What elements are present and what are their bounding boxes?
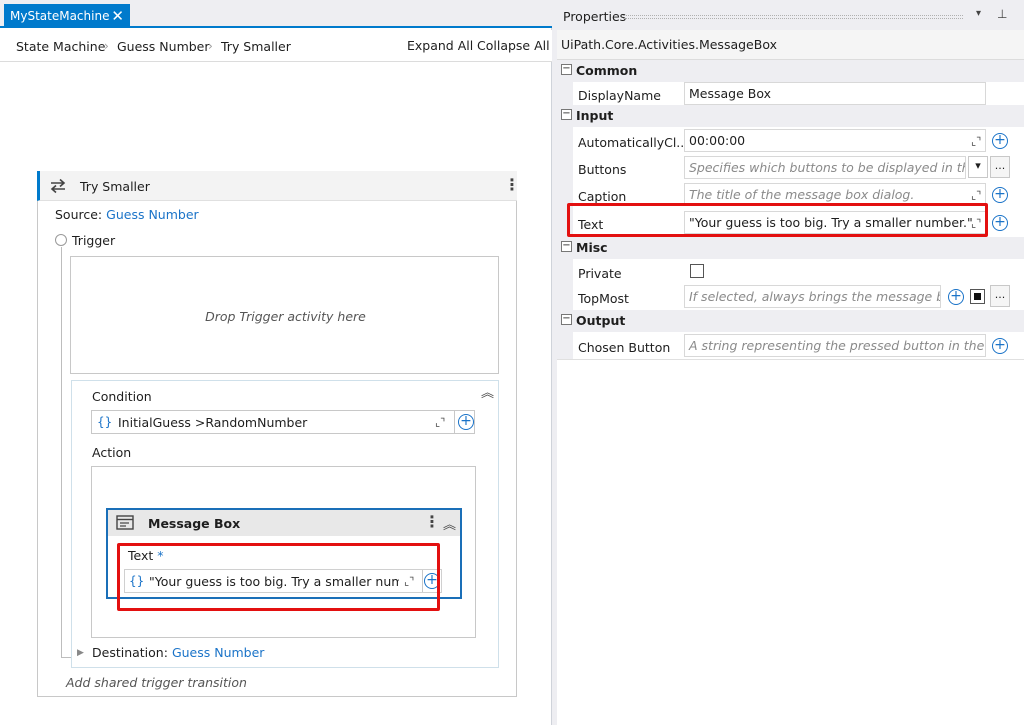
topmost-ellipsis-button[interactable]: ... (990, 285, 1010, 307)
category-misc-label: Misc (576, 240, 608, 255)
divider (454, 411, 455, 433)
collapse-toggle-icon[interactable]: − (561, 109, 572, 120)
drop-trigger-hint: Drop Trigger activity here (205, 309, 366, 324)
trigger-label: Trigger (72, 233, 116, 248)
breadcrumb: State Machine › Guess Number › Try Small… (0, 30, 552, 62)
category-misc[interactable]: − Misc (557, 237, 1024, 259)
expand-editor-icon[interactable]: ⌞⌝ (971, 189, 981, 202)
message-box-icon (116, 515, 134, 530)
chosen-button-input[interactable]: A string representing the pressed button… (684, 334, 986, 357)
state-title: Try Smaller (80, 179, 150, 194)
add-variable-icon[interactable]: + (948, 289, 964, 305)
category-input[interactable]: − Input (557, 105, 1024, 127)
property-name: Caption (578, 189, 627, 204)
properties-title-bar: Properties ▾ ⊥ (557, 0, 1024, 30)
expand-all-button[interactable]: Expand All (407, 38, 473, 53)
property-row-automatically-close: AutomaticallyCl... 00:00:00 ⌞⌝ + (557, 128, 1024, 154)
buttons-input[interactable]: Specifies which buttons to be displayed … (684, 156, 966, 179)
category-output[interactable]: − Output (557, 310, 1024, 332)
source-row: Source: Guess Number (55, 207, 199, 222)
collapse-chevrons-icon[interactable]: ︽ (443, 514, 456, 533)
automatically-close-input[interactable]: 00:00:00 (684, 129, 986, 152)
chevron-right-icon: › (208, 39, 213, 53)
property-row-buttons: Buttons Specifies which buttons to be di… (557, 155, 1024, 181)
buttons-ellipsis-button[interactable]: ... (990, 156, 1010, 178)
add-variable-icon[interactable]: + (458, 414, 474, 430)
displayname-input[interactable]: Message Box (684, 82, 986, 105)
add-shared-trigger-button[interactable]: Add shared trigger transition (66, 675, 247, 690)
collapse-chevrons-icon[interactable]: ︽ (481, 382, 494, 401)
add-variable-icon[interactable]: + (992, 187, 1008, 203)
document-tab-label: MyStateMachine (10, 9, 110, 23)
property-name: Buttons (578, 162, 627, 177)
category-input-label: Input (576, 108, 614, 123)
property-name: Chosen Button (578, 340, 671, 355)
triangle-right-icon: ▶ (77, 648, 84, 658)
collapse-all-button[interactable]: Collapse All (477, 38, 550, 53)
document-tab[interactable]: MyStateMachine ✕ (4, 4, 130, 28)
property-row-displayname: DisplayName Message Box (557, 81, 1024, 107)
expand-editor-icon[interactable]: ⌞⌝ (435, 416, 445, 429)
activity-type-bar: UiPath.Core.Activities.MessageBox (557, 30, 1024, 60)
add-variable-icon[interactable]: + (992, 338, 1008, 354)
source-link[interactable]: Guess Number (106, 207, 199, 222)
collapse-toggle-icon[interactable]: − (561, 314, 572, 325)
more-options-icon[interactable]: ⋮ (424, 514, 440, 530)
state-header[interactable]: Try Smaller ⋮ (37, 171, 520, 201)
trigger-radio-icon[interactable] (55, 234, 67, 246)
destination-label: Destination: (92, 645, 168, 660)
property-row-private: Private (557, 259, 1024, 285)
add-variable-icon[interactable]: + (992, 215, 1008, 231)
breadcrumb-item-try-smaller[interactable]: Try Smaller (221, 39, 291, 54)
buttons-dropdown[interactable]: ▾ (968, 156, 988, 178)
trigger-connector-line (61, 247, 62, 657)
add-variable-icon[interactable]: + (992, 133, 1008, 149)
source-label: Source: (55, 207, 103, 222)
property-row-topmost: TopMost If selected, always brings the m… (557, 284, 1024, 310)
close-icon[interactable]: ✕ (111, 4, 124, 28)
transition-arrows-icon (50, 178, 66, 194)
property-name: Private (578, 266, 622, 281)
highlight-box (117, 543, 440, 611)
properties-title: Properties (563, 9, 627, 24)
drop-trigger-zone[interactable]: Drop Trigger activity here (70, 256, 499, 374)
expression-braces-icon: {} (97, 415, 113, 429)
breadcrumb-item-guess-number[interactable]: Guess Number (117, 39, 210, 54)
category-common[interactable]: − Common (557, 60, 1024, 82)
property-name: TopMost (578, 291, 629, 306)
topmost-checkbox[interactable] (970, 289, 985, 304)
chevron-down-icon[interactable]: ▾ (976, 8, 981, 19)
condition-value: InitialGuess >RandomNumber (118, 415, 308, 430)
pin-icon[interactable]: ⊥ (997, 7, 1007, 21)
divider (557, 359, 1024, 360)
activity-type: UiPath.Core.Activities.MessageBox (561, 37, 777, 52)
title-grip (623, 15, 963, 19)
message-box-title: Message Box (148, 516, 241, 531)
condition-label: Condition (92, 389, 152, 404)
collapse-toggle-icon[interactable]: − (561, 64, 572, 75)
topmost-input[interactable]: If selected, always brings the message b… (684, 285, 941, 308)
action-label: Action (92, 445, 132, 460)
highlight-box (567, 203, 988, 237)
more-options-icon[interactable]: ⋮ (504, 177, 520, 193)
breadcrumb-item-state-machine[interactable]: State Machine (16, 39, 105, 54)
category-output-label: Output (576, 313, 626, 328)
collapse-toggle-icon[interactable]: − (561, 241, 572, 252)
expand-editor-icon[interactable]: ⌞⌝ (971, 135, 981, 148)
property-name: DisplayName (578, 88, 661, 103)
message-box-header: Message Box ⋮ ︽ (108, 510, 460, 536)
destination-row: Destination: Guess Number (92, 645, 264, 660)
category-common-label: Common (576, 63, 638, 78)
property-name: AutomaticallyCl... (578, 135, 689, 150)
condition-input[interactable]: {} InitialGuess >RandomNumber ⌞⌝ + (91, 410, 475, 434)
checkbox-indeterminate-icon (974, 293, 981, 300)
property-row-chosen-button: Chosen Button A string representing the … (557, 333, 1024, 359)
destination-link[interactable]: Guess Number (172, 645, 265, 660)
chevron-right-icon: › (104, 39, 109, 53)
private-checkbox[interactable] (690, 264, 704, 278)
